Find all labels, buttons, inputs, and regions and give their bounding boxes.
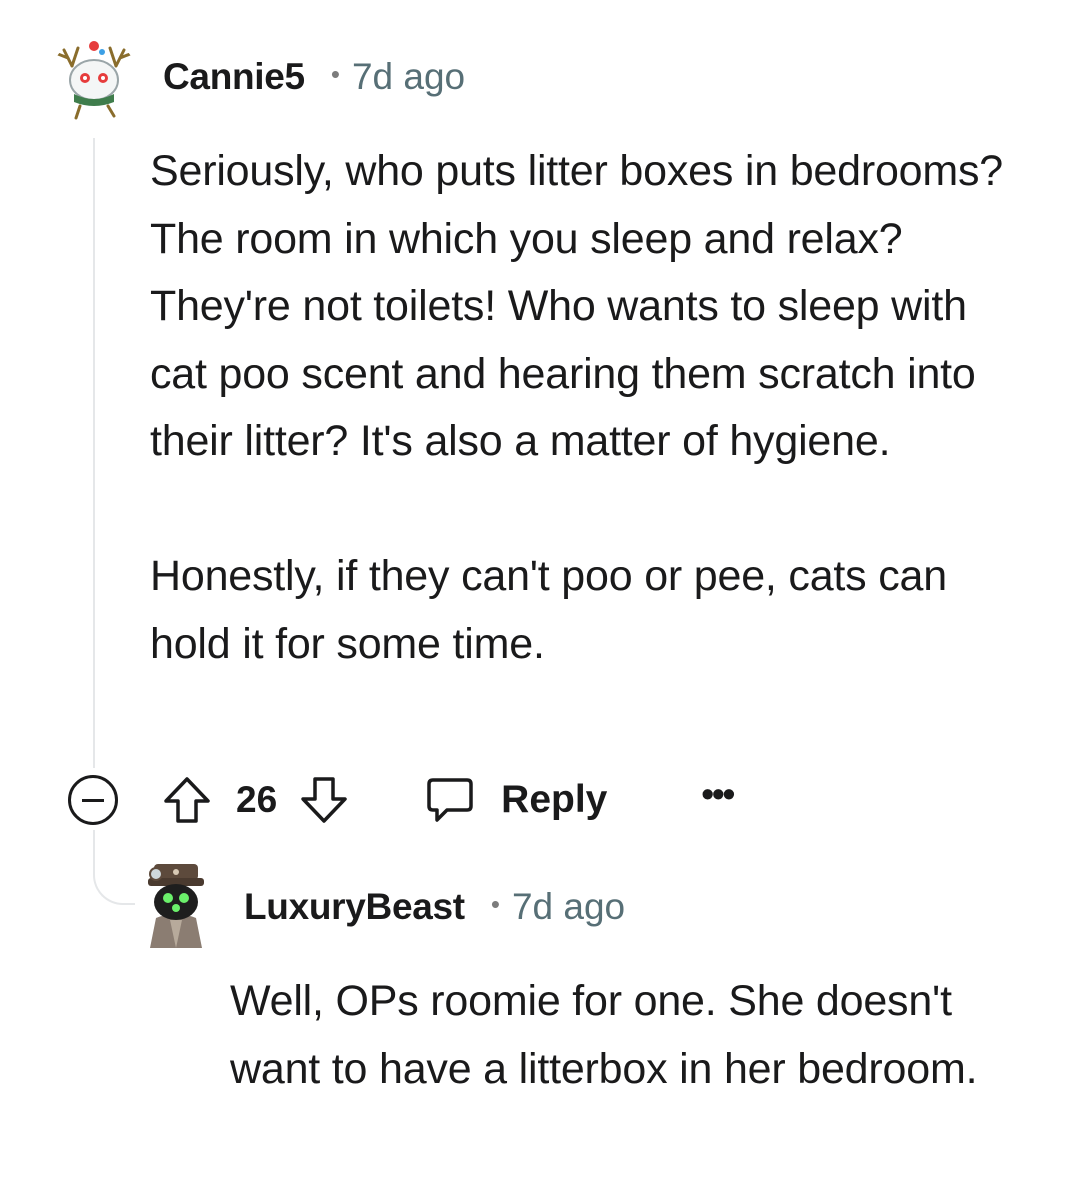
username[interactable]: LuxuryBeast bbox=[244, 886, 465, 928]
robot-hat-avatar-icon bbox=[148, 864, 204, 948]
comment-body: Seriously, who puts litter boxes in bedr… bbox=[150, 138, 1030, 678]
timestamp[interactable]: 7d ago bbox=[512, 886, 625, 928]
snow-cat-avatar-icon bbox=[50, 36, 138, 124]
reply-button[interactable]: Reply bbox=[425, 776, 607, 824]
user-avatar-cannie5[interactable] bbox=[50, 36, 138, 124]
reply-thread-connector bbox=[93, 830, 135, 905]
comment-paragraph: Well, OPs roomie for one. She doesn't wa… bbox=[230, 977, 978, 1093]
separator-dot: • bbox=[490, 888, 500, 919]
minus-circle-icon bbox=[82, 798, 104, 802]
separator-dot: • bbox=[330, 58, 340, 89]
reply-label: Reply bbox=[501, 778, 608, 821]
thread-line[interactable] bbox=[93, 138, 95, 768]
arrow-down-icon bbox=[301, 777, 347, 823]
comment-paragraph: Honestly, if they can't poo or pee, cats… bbox=[150, 552, 947, 668]
arrow-up-icon bbox=[164, 777, 210, 823]
comment-header: LuxuryBeast • 7d ago bbox=[244, 886, 625, 928]
comment-bubble-icon bbox=[427, 778, 473, 822]
comment-body: Well, OPs roomie for one. She doesn't wa… bbox=[230, 968, 1040, 1103]
upvote-button[interactable] bbox=[162, 775, 212, 825]
user-avatar-luxurybeast[interactable] bbox=[136, 860, 216, 948]
downvote-button[interactable] bbox=[299, 775, 349, 825]
comment-action-bar: 26 Reply ••• bbox=[68, 770, 735, 830]
username[interactable]: Cannie5 bbox=[163, 56, 305, 98]
timestamp[interactable]: 7d ago bbox=[352, 56, 465, 98]
more-options-button[interactable]: ••• bbox=[701, 773, 735, 815]
comment-paragraph: Seriously, who puts litter boxes in bedr… bbox=[150, 147, 1004, 465]
comment-header: Cannie5 • 7d ago bbox=[163, 56, 465, 98]
vote-count: 26 bbox=[236, 779, 278, 820]
collapse-thread-button[interactable] bbox=[68, 775, 118, 825]
